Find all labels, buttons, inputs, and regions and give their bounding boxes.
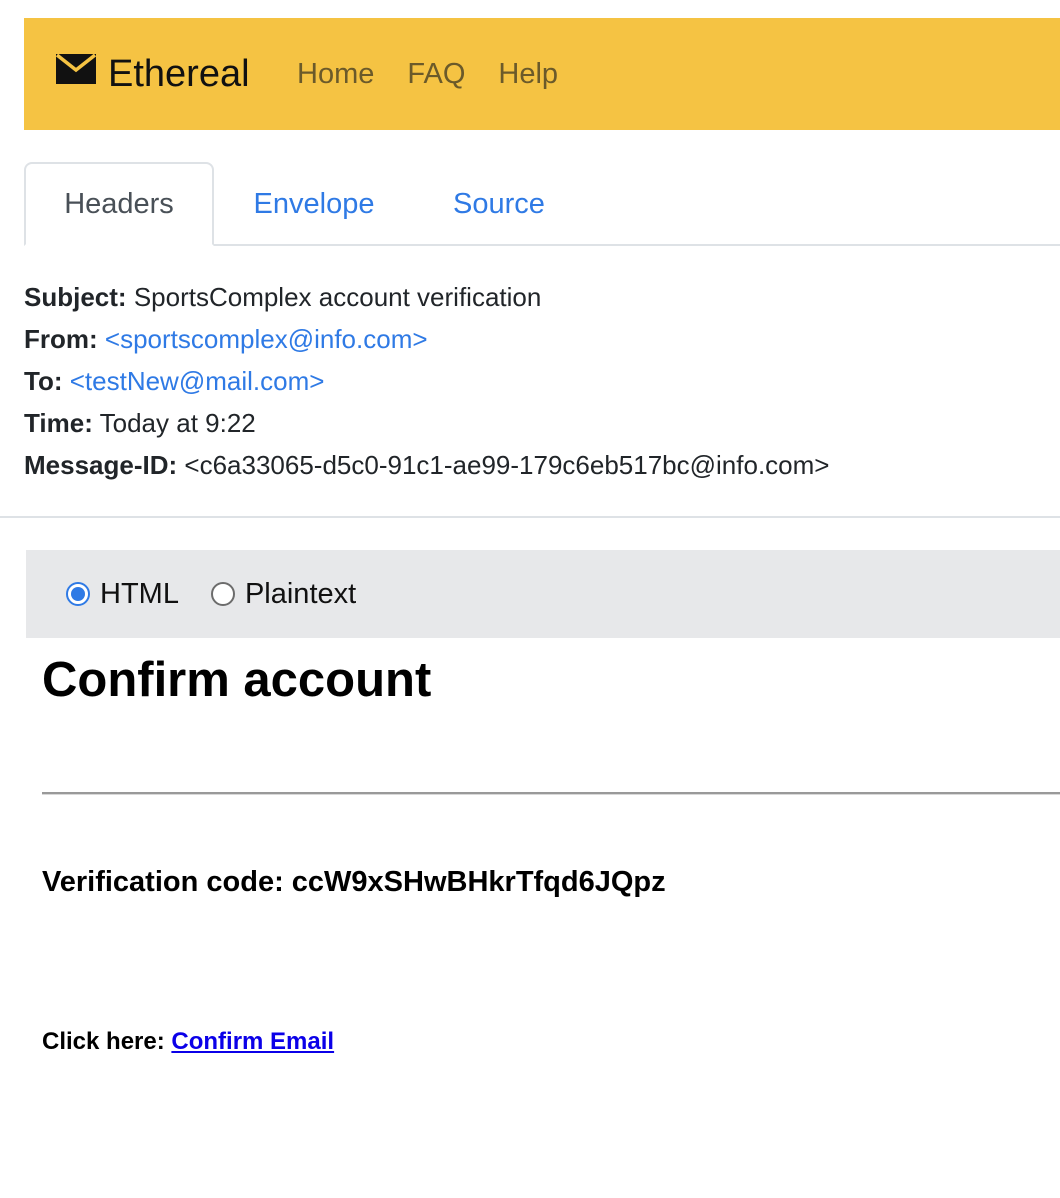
to-label: To: bbox=[24, 366, 63, 396]
time-label: Time: bbox=[24, 408, 93, 438]
brand-name: Ethereal bbox=[108, 52, 250, 95]
time-row: Time: Today at 9:22 bbox=[24, 402, 829, 444]
html-radio[interactable] bbox=[66, 582, 90, 606]
subject-row: Subject: SportsComplex account verificat… bbox=[24, 276, 829, 318]
nav-home-link[interactable]: Home bbox=[297, 58, 374, 91]
plaintext-radio-label: Plaintext bbox=[244, 577, 357, 610]
message-id-label: Message-ID: bbox=[24, 450, 178, 480]
view-option-html[interactable]: HTML bbox=[66, 578, 179, 611]
confirm-email-link[interactable]: Confirm Email bbox=[171, 1028, 334, 1055]
subject-value: SportsComplex account verification bbox=[133, 282, 542, 312]
email-title: Confirm account bbox=[42, 653, 432, 707]
time-value: Today at 9:22 bbox=[99, 408, 256, 438]
brand-logo[interactable]: Ethereal bbox=[55, 18, 250, 130]
view-toggle-bar: HTML Plaintext bbox=[26, 550, 1060, 638]
html-radio-label: HTML bbox=[100, 577, 179, 610]
nav-help-link[interactable]: Help bbox=[498, 58, 558, 91]
email-divider bbox=[42, 792, 1060, 795]
tab-envelope[interactable]: Envelope bbox=[226, 162, 402, 246]
view-option-plaintext[interactable]: Plaintext bbox=[210, 577, 357, 611]
from-label: From: bbox=[24, 324, 98, 354]
click-here-label: Click here: bbox=[42, 1028, 165, 1055]
from-row: From: <sportscomplex@info.com> bbox=[24, 318, 829, 360]
message-tabs: Headers Envelope Source bbox=[24, 162, 1060, 246]
message-headers: Subject: SportsComplex account verificat… bbox=[24, 276, 829, 486]
message-id-row: Message-ID: <c6a33065-d5c0-91c1-ae99-179… bbox=[24, 444, 829, 486]
plaintext-radio[interactable] bbox=[210, 582, 235, 606]
from-address-link[interactable]: <sportscomplex@info.com> bbox=[105, 324, 428, 354]
subject-label: Subject: bbox=[24, 282, 127, 312]
verification-code: Verification code: ccW9xSHwBHkrTfqd6JQpz bbox=[42, 866, 666, 898]
to-row: To: <testNew@mail.com> bbox=[24, 360, 829, 402]
nav-links: Home FAQ Help bbox=[297, 18, 591, 130]
message-id-value: <c6a33065-d5c0-91c1-ae99-179c6eb517bc@in… bbox=[184, 450, 830, 480]
tab-source[interactable]: Source bbox=[424, 162, 574, 246]
nav-faq-link[interactable]: FAQ bbox=[407, 58, 465, 91]
confirm-line: Click here: Confirm Email bbox=[42, 1028, 334, 1056]
section-divider bbox=[0, 516, 1060, 518]
to-address-link[interactable]: <testNew@mail.com> bbox=[70, 366, 325, 396]
navbar: Ethereal Home FAQ Help bbox=[24, 18, 1060, 130]
envelope-icon bbox=[55, 53, 97, 84]
tab-headers[interactable]: Headers bbox=[24, 162, 214, 246]
